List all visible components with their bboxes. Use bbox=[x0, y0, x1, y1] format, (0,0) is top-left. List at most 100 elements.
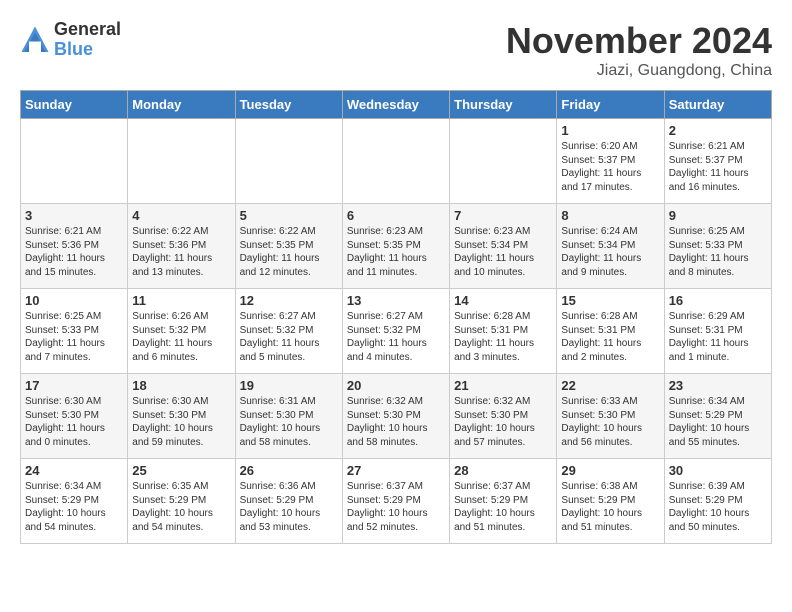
day-cell: 4 Sunrise: 6:22 AM Sunset: 5:36 PM Daylig… bbox=[128, 204, 235, 289]
day-info: Sunrise: 6:30 AM Sunset: 5:30 PM Dayligh… bbox=[132, 395, 230, 449]
day-cell: 24 Sunrise: 6:34 AM Sunset: 5:29 PM Dayli… bbox=[21, 459, 128, 544]
week-row-3: 10 Sunrise: 6:25 AM Sunset: 5:33 PM Dayli… bbox=[21, 289, 772, 374]
day-number: 4 bbox=[132, 208, 230, 223]
header-cell-saturday: Saturday bbox=[664, 91, 771, 119]
header-cell-thursday: Thursday bbox=[450, 91, 557, 119]
day-cell: 14Sunrise: 6:28 AM Sunset: 5:31 PM Dayli… bbox=[450, 289, 557, 374]
day-number: 13 bbox=[347, 293, 445, 308]
header-cell-sunday: Sunday bbox=[21, 91, 128, 119]
day-cell: 29 Sunrise: 6:38 AM Sunset: 5:29 PM Dayli… bbox=[557, 459, 664, 544]
day-cell: 1Sunrise: 6:20 AM Sunset: 5:37 PM Daylig… bbox=[557, 119, 664, 204]
day-number: 5 bbox=[240, 208, 338, 223]
day-cell: 5 Sunrise: 6:22 AM Sunset: 5:35 PM Daylig… bbox=[235, 204, 342, 289]
logo-general: General bbox=[54, 20, 121, 40]
day-number: 27 bbox=[347, 463, 445, 478]
day-cell: 28Sunrise: 6:37 AM Sunset: 5:29 PM Dayli… bbox=[450, 459, 557, 544]
day-number: 29 bbox=[561, 463, 659, 478]
day-info: Sunrise: 6:38 AM Sunset: 5:29 PM Dayligh… bbox=[561, 480, 659, 534]
day-info: Sunrise: 6:23 AM Sunset: 5:34 PM Dayligh… bbox=[454, 225, 552, 279]
day-info: Sunrise: 6:28 AM Sunset: 5:31 PM Dayligh… bbox=[561, 310, 659, 364]
day-cell bbox=[21, 119, 128, 204]
header-cell-monday: Monday bbox=[128, 91, 235, 119]
day-info: Sunrise: 6:20 AM Sunset: 5:37 PM Dayligh… bbox=[561, 140, 659, 194]
day-info: Sunrise: 6:34 AM Sunset: 5:29 PM Dayligh… bbox=[669, 395, 767, 449]
day-number: 30 bbox=[669, 463, 767, 478]
day-cell bbox=[342, 119, 449, 204]
day-number: 12 bbox=[240, 293, 338, 308]
logo-icon bbox=[20, 25, 50, 55]
day-cell bbox=[235, 119, 342, 204]
day-number: 9 bbox=[669, 208, 767, 223]
header-row: SundayMondayTuesdayWednesdayThursdayFrid… bbox=[21, 91, 772, 119]
day-info: Sunrise: 6:21 AM Sunset: 5:37 PM Dayligh… bbox=[669, 140, 767, 194]
day-cell: 22Sunrise: 6:33 AM Sunset: 5:30 PM Dayli… bbox=[557, 374, 664, 459]
day-cell: 20 Sunrise: 6:32 AM Sunset: 5:30 PM Dayli… bbox=[342, 374, 449, 459]
day-number: 21 bbox=[454, 378, 552, 393]
day-number: 15 bbox=[561, 293, 659, 308]
day-cell: 3Sunrise: 6:21 AM Sunset: 5:36 PM Daylig… bbox=[21, 204, 128, 289]
day-number: 20 bbox=[347, 378, 445, 393]
day-info: Sunrise: 6:25 AM Sunset: 5:33 PM Dayligh… bbox=[25, 310, 123, 364]
day-cell: 2 Sunrise: 6:21 AM Sunset: 5:37 PM Daylig… bbox=[664, 119, 771, 204]
day-cell: 26Sunrise: 6:36 AM Sunset: 5:29 PM Dayli… bbox=[235, 459, 342, 544]
day-info: Sunrise: 6:26 AM Sunset: 5:32 PM Dayligh… bbox=[132, 310, 230, 364]
day-number: 2 bbox=[669, 123, 767, 138]
day-cell: 7Sunrise: 6:23 AM Sunset: 5:34 PM Daylig… bbox=[450, 204, 557, 289]
day-info: Sunrise: 6:24 AM Sunset: 5:34 PM Dayligh… bbox=[561, 225, 659, 279]
day-cell: 11 Sunrise: 6:26 AM Sunset: 5:32 PM Dayli… bbox=[128, 289, 235, 374]
day-info: Sunrise: 6:30 AM Sunset: 5:30 PM Dayligh… bbox=[25, 395, 123, 449]
logo-text: General Blue bbox=[54, 20, 121, 60]
day-number: 23 bbox=[669, 378, 767, 393]
header-cell-tuesday: Tuesday bbox=[235, 91, 342, 119]
month-title: November 2024 bbox=[506, 20, 772, 62]
day-info: Sunrise: 6:23 AM Sunset: 5:35 PM Dayligh… bbox=[347, 225, 445, 279]
day-info: Sunrise: 6:22 AM Sunset: 5:35 PM Dayligh… bbox=[240, 225, 338, 279]
page-header: General Blue November 2024 Jiazi, Guangd… bbox=[20, 20, 772, 80]
day-cell: 16Sunrise: 6:29 AM Sunset: 5:31 PM Dayli… bbox=[664, 289, 771, 374]
day-cell: 17 Sunrise: 6:30 AM Sunset: 5:30 PM Dayli… bbox=[21, 374, 128, 459]
day-number: 17 bbox=[25, 378, 123, 393]
day-cell: 13 Sunrise: 6:27 AM Sunset: 5:32 PM Dayli… bbox=[342, 289, 449, 374]
day-number: 8 bbox=[561, 208, 659, 223]
week-row-4: 17 Sunrise: 6:30 AM Sunset: 5:30 PM Dayli… bbox=[21, 374, 772, 459]
day-number: 28 bbox=[454, 463, 552, 478]
day-cell: 30Sunrise: 6:39 AM Sunset: 5:29 PM Dayli… bbox=[664, 459, 771, 544]
calendar-body: 1Sunrise: 6:20 AM Sunset: 5:37 PM Daylig… bbox=[21, 119, 772, 544]
day-number: 25 bbox=[132, 463, 230, 478]
day-number: 3 bbox=[25, 208, 123, 223]
day-number: 10 bbox=[25, 293, 123, 308]
day-cell bbox=[128, 119, 235, 204]
day-info: Sunrise: 6:32 AM Sunset: 5:30 PM Dayligh… bbox=[454, 395, 552, 449]
logo: General Blue bbox=[20, 20, 121, 60]
day-cell: 25 Sunrise: 6:35 AM Sunset: 5:29 PM Dayli… bbox=[128, 459, 235, 544]
day-number: 11 bbox=[132, 293, 230, 308]
logo-blue: Blue bbox=[54, 40, 121, 60]
day-info: Sunrise: 6:32 AM Sunset: 5:30 PM Dayligh… bbox=[347, 395, 445, 449]
day-cell: 6 Sunrise: 6:23 AM Sunset: 5:35 PM Daylig… bbox=[342, 204, 449, 289]
calendar-table: SundayMondayTuesdayWednesdayThursdayFrid… bbox=[20, 90, 772, 544]
day-number: 14 bbox=[454, 293, 552, 308]
day-info: Sunrise: 6:29 AM Sunset: 5:31 PM Dayligh… bbox=[669, 310, 767, 364]
day-info: Sunrise: 6:35 AM Sunset: 5:29 PM Dayligh… bbox=[132, 480, 230, 534]
header-cell-wednesday: Wednesday bbox=[342, 91, 449, 119]
day-info: Sunrise: 6:37 AM Sunset: 5:29 PM Dayligh… bbox=[347, 480, 445, 534]
day-cell: 23 Sunrise: 6:34 AM Sunset: 5:29 PM Dayli… bbox=[664, 374, 771, 459]
location: Jiazi, Guangdong, China bbox=[506, 62, 772, 80]
day-info: Sunrise: 6:34 AM Sunset: 5:29 PM Dayligh… bbox=[25, 480, 123, 534]
day-cell: 12 Sunrise: 6:27 AM Sunset: 5:32 PM Dayli… bbox=[235, 289, 342, 374]
day-info: Sunrise: 6:27 AM Sunset: 5:32 PM Dayligh… bbox=[240, 310, 338, 364]
day-cell: 8 Sunrise: 6:24 AM Sunset: 5:34 PM Daylig… bbox=[557, 204, 664, 289]
day-number: 6 bbox=[347, 208, 445, 223]
day-number: 24 bbox=[25, 463, 123, 478]
day-number: 26 bbox=[240, 463, 338, 478]
day-cell: 27 Sunrise: 6:37 AM Sunset: 5:29 PM Dayli… bbox=[342, 459, 449, 544]
day-info: Sunrise: 6:27 AM Sunset: 5:32 PM Dayligh… bbox=[347, 310, 445, 364]
day-cell: 21 Sunrise: 6:32 AM Sunset: 5:30 PM Dayli… bbox=[450, 374, 557, 459]
day-cell bbox=[450, 119, 557, 204]
day-number: 18 bbox=[132, 378, 230, 393]
week-row-5: 24 Sunrise: 6:34 AM Sunset: 5:29 PM Dayli… bbox=[21, 459, 772, 544]
day-info: Sunrise: 6:22 AM Sunset: 5:36 PM Dayligh… bbox=[132, 225, 230, 279]
calendar-header: SundayMondayTuesdayWednesdayThursdayFrid… bbox=[21, 91, 772, 119]
day-number: 19 bbox=[240, 378, 338, 393]
day-info: Sunrise: 6:25 AM Sunset: 5:33 PM Dayligh… bbox=[669, 225, 767, 279]
